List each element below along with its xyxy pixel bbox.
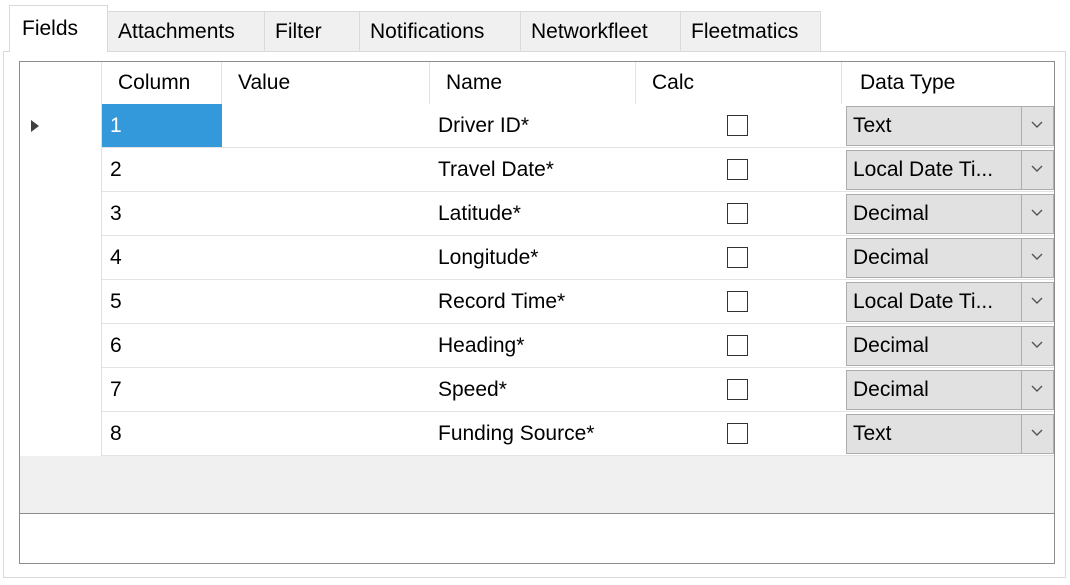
calc-checkbox[interactable]: [727, 203, 748, 224]
column-header-value[interactable]: Value: [222, 62, 430, 104]
chevron-down-icon: [1031, 297, 1043, 304]
calc-checkbox[interactable]: [727, 115, 748, 136]
dropdown-button[interactable]: [1021, 107, 1053, 145]
cell-value[interactable]: [222, 192, 430, 236]
cell-column[interactable]: 3: [102, 192, 222, 236]
cell-column[interactable]: 2: [102, 148, 222, 192]
chevron-down-icon: [1031, 165, 1043, 172]
data-type-value: Decimal: [853, 246, 929, 269]
data-type-dropdown[interactable]: Decimal: [846, 194, 1054, 234]
row-header[interactable]: [20, 324, 102, 368]
calc-checkbox[interactable]: [727, 291, 748, 312]
data-type-value: Text: [853, 422, 892, 445]
chevron-down-icon: [1031, 253, 1043, 260]
cell-column[interactable]: 7: [102, 368, 222, 412]
dropdown-button[interactable]: [1021, 195, 1053, 233]
data-type-value: Text: [853, 114, 892, 137]
row-header[interactable]: [20, 368, 102, 412]
tab-fleetmatics[interactable]: Fleetmatics: [680, 11, 821, 51]
cell-name[interactable]: Longitude*: [438, 236, 538, 280]
cell-name[interactable]: Travel Date*: [438, 148, 554, 192]
data-type-dropdown[interactable]: Decimal: [846, 370, 1054, 410]
column-header-data-type[interactable]: Data Type: [842, 62, 1054, 104]
cell-column[interactable]: 4: [102, 236, 222, 280]
grid-footer-area: [20, 514, 1054, 563]
column-header-name[interactable]: Name: [430, 62, 636, 104]
fields-grid[interactable]: Column Value Name Calc Data Type 1 Driver…: [19, 61, 1055, 564]
cell-name[interactable]: Driver ID*: [438, 104, 529, 148]
chevron-down-icon: [1031, 209, 1043, 216]
dropdown-button[interactable]: [1021, 371, 1053, 409]
row-header[interactable]: [20, 236, 102, 280]
table-row[interactable]: 7 Speed* Decimal: [20, 368, 1054, 412]
dropdown-button[interactable]: [1021, 239, 1053, 277]
table-row[interactable]: 8 Funding Source* Text: [20, 412, 1054, 456]
data-type-value: Local Date Ti...: [853, 290, 994, 313]
tab-networkfleet[interactable]: Networkfleet: [520, 11, 681, 51]
cell-value[interactable]: [222, 280, 430, 324]
table-row[interactable]: 6 Heading* Decimal: [20, 324, 1054, 368]
data-type-dropdown[interactable]: Text: [846, 414, 1054, 454]
table-row[interactable]: 5 Record Time* Local Date Ti...: [20, 280, 1054, 324]
column-header-calc[interactable]: Calc: [636, 62, 842, 104]
tab-strip: Fields Attachments Filter Notifications …: [0, 0, 1070, 52]
data-type-dropdown[interactable]: Decimal: [846, 326, 1054, 366]
row-header[interactable]: [20, 192, 102, 236]
dropdown-button[interactable]: [1021, 283, 1053, 321]
data-type-dropdown[interactable]: Local Date Ti...: [846, 150, 1054, 190]
calc-checkbox[interactable]: [727, 379, 748, 400]
tab-fields[interactable]: Fields: [9, 5, 108, 52]
data-type-value: Local Date Ti...: [853, 158, 994, 181]
table-row[interactable]: 4 Longitude* Decimal: [20, 236, 1054, 280]
chevron-down-icon: [1031, 385, 1043, 392]
row-header[interactable]: [20, 280, 102, 324]
cell-name[interactable]: Latitude*: [438, 192, 521, 236]
data-type-dropdown[interactable]: Decimal: [846, 238, 1054, 278]
cell-name[interactable]: Heading*: [438, 324, 524, 368]
data-type-dropdown[interactable]: Text: [846, 106, 1054, 146]
calc-checkbox[interactable]: [727, 423, 748, 444]
cell-value[interactable]: [222, 104, 430, 148]
data-type-value: Decimal: [853, 202, 929, 225]
row-header[interactable]: [20, 104, 102, 148]
cell-name[interactable]: Funding Source*: [438, 412, 594, 456]
tab-notifications[interactable]: Notifications: [359, 11, 521, 51]
cell-value[interactable]: [222, 368, 430, 412]
column-header-column[interactable]: Column: [102, 62, 222, 104]
chevron-down-icon: [1031, 429, 1043, 436]
cell-value[interactable]: [222, 236, 430, 280]
cell-value[interactable]: [222, 148, 430, 192]
tab-attachments[interactable]: Attachments: [107, 11, 265, 51]
table-row[interactable]: 2 Travel Date* Local Date Ti...: [20, 148, 1054, 192]
cell-column[interactable]: 8: [102, 412, 222, 456]
table-row[interactable]: 1 Driver ID* Text: [20, 104, 1054, 148]
data-type-value: Decimal: [853, 334, 929, 357]
tab-filter[interactable]: Filter: [264, 11, 360, 51]
cell-column[interactable]: 5: [102, 280, 222, 324]
cell-column[interactable]: 6: [102, 324, 222, 368]
table-row[interactable]: 3 Latitude* Decimal: [20, 192, 1054, 236]
grid-header-row: Column Value Name Calc Data Type: [20, 62, 1054, 104]
data-type-value: Decimal: [853, 378, 929, 401]
row-header-corner: [20, 62, 102, 104]
row-header[interactable]: [20, 148, 102, 192]
calc-checkbox[interactable]: [727, 335, 748, 356]
row-header[interactable]: [20, 412, 102, 456]
current-row-arrow-icon: [31, 120, 39, 132]
dropdown-button[interactable]: [1021, 151, 1053, 189]
dropdown-button[interactable]: [1021, 327, 1053, 365]
cell-column[interactable]: 1: [102, 104, 222, 147]
cell-value[interactable]: [222, 412, 430, 456]
chevron-down-icon: [1031, 341, 1043, 348]
cell-name[interactable]: Record Time*: [438, 280, 565, 324]
data-type-dropdown[interactable]: Local Date Ti...: [846, 282, 1054, 322]
cell-name[interactable]: Speed*: [438, 368, 507, 412]
calc-checkbox[interactable]: [727, 247, 748, 268]
dropdown-button[interactable]: [1021, 415, 1053, 453]
chevron-down-icon: [1031, 121, 1043, 128]
calc-checkbox[interactable]: [727, 159, 748, 180]
cell-value[interactable]: [222, 324, 430, 368]
